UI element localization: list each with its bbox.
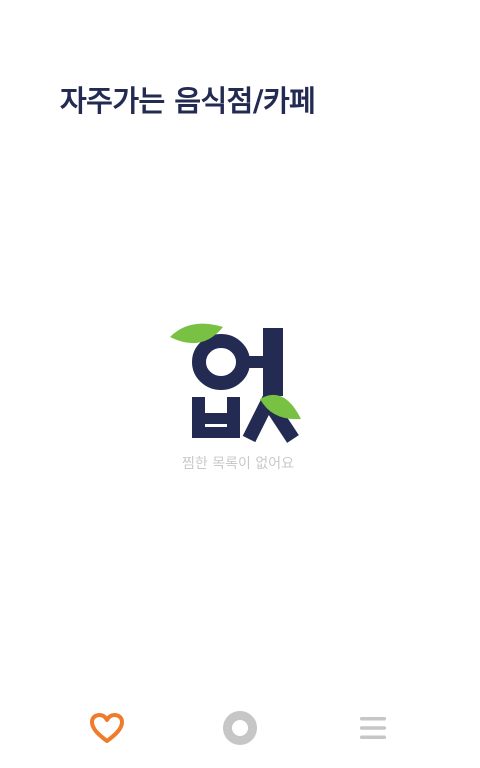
bottom-nav: [0, 688, 480, 768]
nav-item-favorites[interactable]: [83, 704, 131, 752]
page-title: 자주가는 음식점/카페: [60, 84, 316, 118]
logo-stroke: [192, 334, 250, 390]
logo-stroke: [263, 328, 283, 396]
logo-stroke: [192, 413, 240, 424]
menu-icon: [360, 717, 387, 739]
empty-state-message: 찜한 목록이 없어요: [182, 456, 294, 472]
logo-stroke: [192, 427, 240, 438]
circle-icon: [222, 711, 257, 745]
nav-item-menu[interactable]: [349, 704, 397, 752]
heart-icon: [89, 713, 124, 743]
empty-logo: [170, 323, 301, 443]
nav-item-home[interactable]: [216, 704, 264, 752]
